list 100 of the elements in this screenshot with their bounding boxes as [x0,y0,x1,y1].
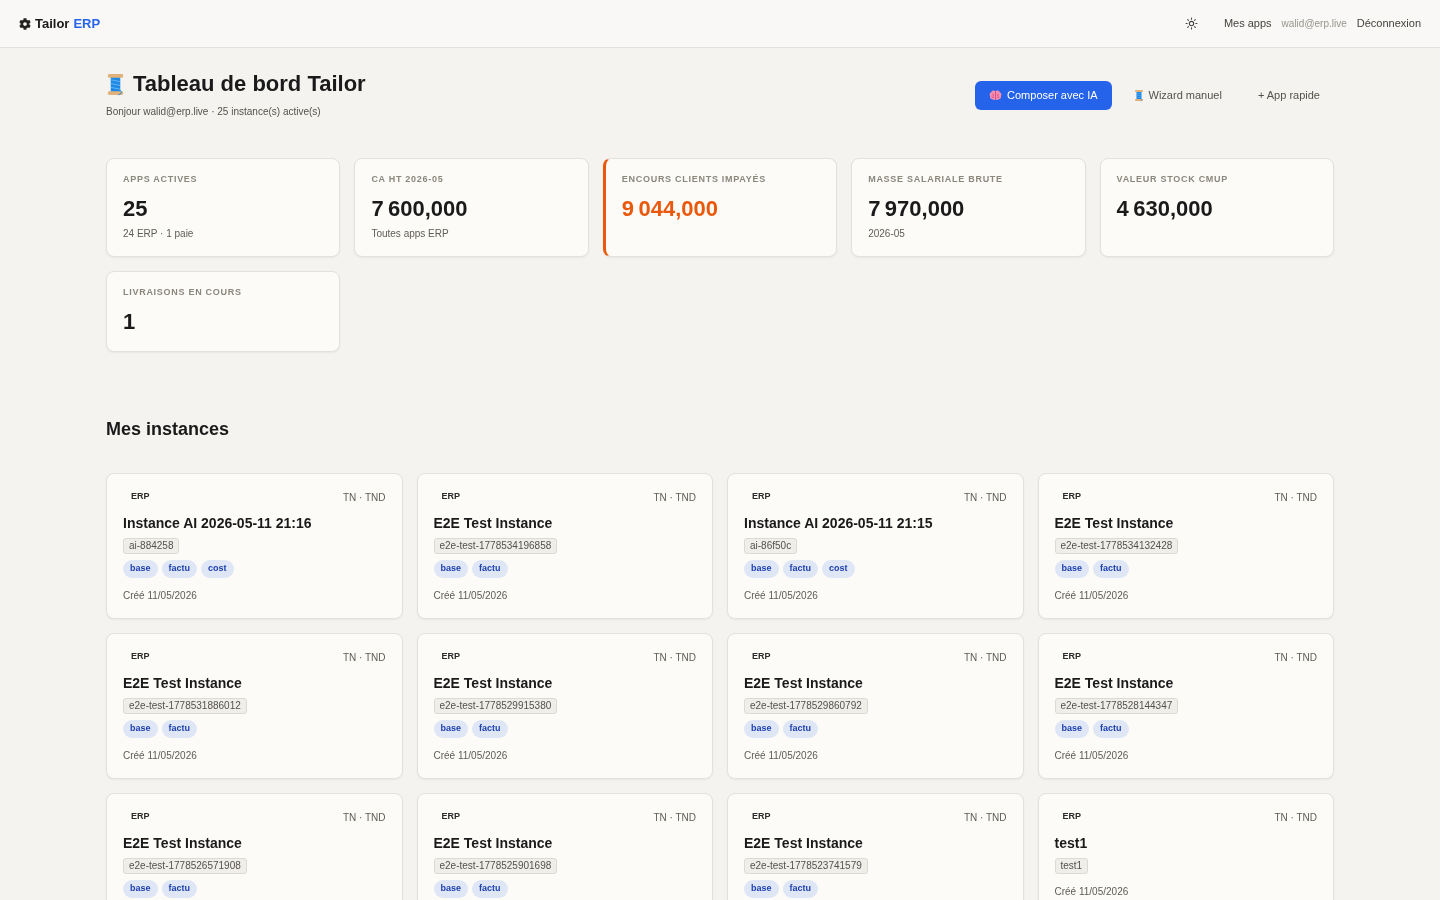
module-tag: base [1054,720,1089,738]
created-date: Créé 11/05/2026 [123,749,197,763]
instance-title: E2E Test Instance [744,674,863,693]
stat-label: VALEUR STOCK CMUP [1116,173,1229,185]
module-tag: factu [782,880,819,898]
module-tag: factu [1093,720,1129,738]
stat-value: 7 970,000 [868,195,966,223]
instance-card[interactable]: ERP TN · TND E2E Test Instance e2e-test-1778529915380 base factu Créé 11/05/2026 [416,633,713,779]
instance-slug: ai-86f50c [744,538,798,554]
logout-link[interactable]: Déconnexion [1356,15,1421,32]
instance-card[interactable]: ERP TN · TND E2E Test Instance e2e-test-1778534196858 base factu Créé 11/05/2026 [416,473,713,619]
stat-note: 2026-05 [868,227,906,241]
thread-spool-icon [106,72,125,96]
module-tag: base [744,720,779,738]
created-date: Créé 11/05/2026 [744,749,818,763]
stat-value: 7 600,000 [371,195,469,223]
brain-icon [989,89,1003,101]
locale-text: TN · TND [342,810,386,825]
app-type-label: ERP [1062,490,1081,504]
instance-card[interactable]: ERP TN · TND E2E Test Instance e2e-test-1778529860792 base factu Créé 11/05/2026 [727,633,1024,779]
instance-card[interactable]: ERP TN · TND test1 test1 Créé 11/05/2026 [1037,793,1334,900]
stat-note: Toutes apps ERP [371,227,450,241]
instance-title: E2E Test Instance [123,674,242,693]
instance-card[interactable]: ERP TN · TND Instance AI 2026-05-11 21:16 ai-884258 base factu cost Créé 11/05/2026 [106,473,403,619]
instance-card[interactable]: ERP TN · TND E2E Test Instance e2e-test-1778523741579 base factu [727,793,1024,900]
instance-title: E2E Test Instance [1054,674,1174,693]
stat-label: ENCOURS CLIENTS IMPAYÉS [621,173,767,185]
instance-slug: e2e-test-1778531886012 [123,698,247,714]
quick-app-button[interactable]: + App rapide [1243,80,1334,110]
instance-title: E2E Test Instance [1054,514,1174,533]
instance-card[interactable]: ERP TN · TND E2E Test Instance e2e-test-1778531886012 base factu Créé 11/05/2026 [106,633,403,779]
compose-ai-button[interactable]: Composer avec IA [975,80,1112,110]
module-tag: base [744,560,779,578]
stat-label: APPS ACTIVES [123,173,199,185]
created-date: Créé 11/05/2026 [1054,589,1129,603]
stat-label: CA HT 2026-05 [371,173,445,185]
stat-value: 4 630,000 [1116,195,1214,223]
app-type-label: ERP [441,490,460,504]
thread-spool-icon [1133,88,1144,102]
sun-icon [1185,17,1199,30]
module-tag: factu [1093,560,1129,578]
module-tag: factu [161,880,198,898]
module-tag: base [433,880,468,898]
stat-note: 24 ERP · 1 paie [123,227,195,241]
locale-text: TN · TND [963,810,1007,825]
locale-text: TN · TND [653,810,696,825]
module-tag: base [1054,560,1089,578]
app-type-label: ERP [131,810,150,824]
module-tag: factu [472,560,508,578]
instance-slug: e2e-test-1778529860792 [744,698,868,714]
created-date: Créé 11/05/2026 [433,589,508,603]
module-tag: factu [782,560,819,578]
locale-text: TN · TND [963,650,1007,665]
app-type-label: ERP [1062,810,1081,824]
module-tag: cost [201,560,234,578]
instance-card[interactable]: ERP TN · TND E2E Test Instance e2e-test-1778534132428 base factu Créé 11/05/2026 [1037,473,1334,619]
wizard-button[interactable]: Wizard manuel [1119,80,1236,110]
instance-title: E2E Test Instance [123,834,242,853]
instance-title: E2E Test Instance [744,834,863,853]
created-date: Créé 11/05/2026 [1054,885,1129,899]
stat-label: LIVRAISONS EN COURS [123,286,243,298]
stat-value: 1 [123,308,137,336]
instance-card[interactable]: ERP TN · TND E2E Test Instance e2e-test-1778528144347 base factu Créé 11/05/2026 [1037,633,1334,779]
instance-card[interactable]: ERP TN · TND E2E Test Instance e2e-test-1778526571908 base factu [106,793,403,900]
instance-title: E2E Test Instance [433,514,553,533]
instance-title: E2E Test Instance [433,834,553,853]
module-tag: base [123,560,158,578]
instance-slug: e2e-test-1778523741579 [744,858,868,874]
instance-card[interactable]: ERP TN · TND Instance AI 2026-05-11 21:15 ai-86f50c base factu cost Créé 11/05/2026 [727,473,1024,619]
stat-value: 25 [123,195,149,223]
app-type-label: ERP [752,650,771,664]
app-type-label: ERP [131,490,150,504]
instance-slug: ai-884258 [123,538,180,554]
gear-icon [19,17,31,30]
module-tag: base [123,720,158,738]
instance-slug: e2e-test-1778526571908 [123,858,247,874]
locale-text: TN · TND [342,490,386,505]
instance-slug: e2e-test-1778525901698 [433,858,558,874]
module-tag: factu [161,720,198,738]
created-date: Créé 11/05/2026 [1054,749,1129,763]
brand-logo[interactable]: Tailor ERP [19,13,101,34]
app-type-label: ERP [752,810,771,824]
app-type-label: ERP [131,650,150,664]
locale-text: TN · TND [1274,650,1317,665]
locale-text: TN · TND [963,490,1007,505]
my-apps-link[interactable]: Mes apps [1223,15,1272,32]
instance-title: Instance AI 2026-05-11 21:15 [744,514,933,533]
module-tag: factu [782,720,819,738]
module-tag: base [433,720,468,738]
locale-text: TN · TND [1274,490,1317,505]
locale-text: TN · TND [653,650,696,665]
app-type-label: ERP [752,490,771,504]
stat-label: MASSE SALARIALE BRUTE [868,173,1004,185]
instance-title: test1 [1054,834,1088,853]
module-tag: base [123,880,158,898]
instance-card[interactable]: ERP TN · TND E2E Test Instance e2e-test-1778525901698 base factu [416,793,713,900]
instance-title: E2E Test Instance [433,674,553,693]
page-title: Tableau de bord Tailor [133,70,366,98]
module-tag: factu [161,560,198,578]
instance-slug: e2e-test-1778534132428 [1054,538,1179,554]
